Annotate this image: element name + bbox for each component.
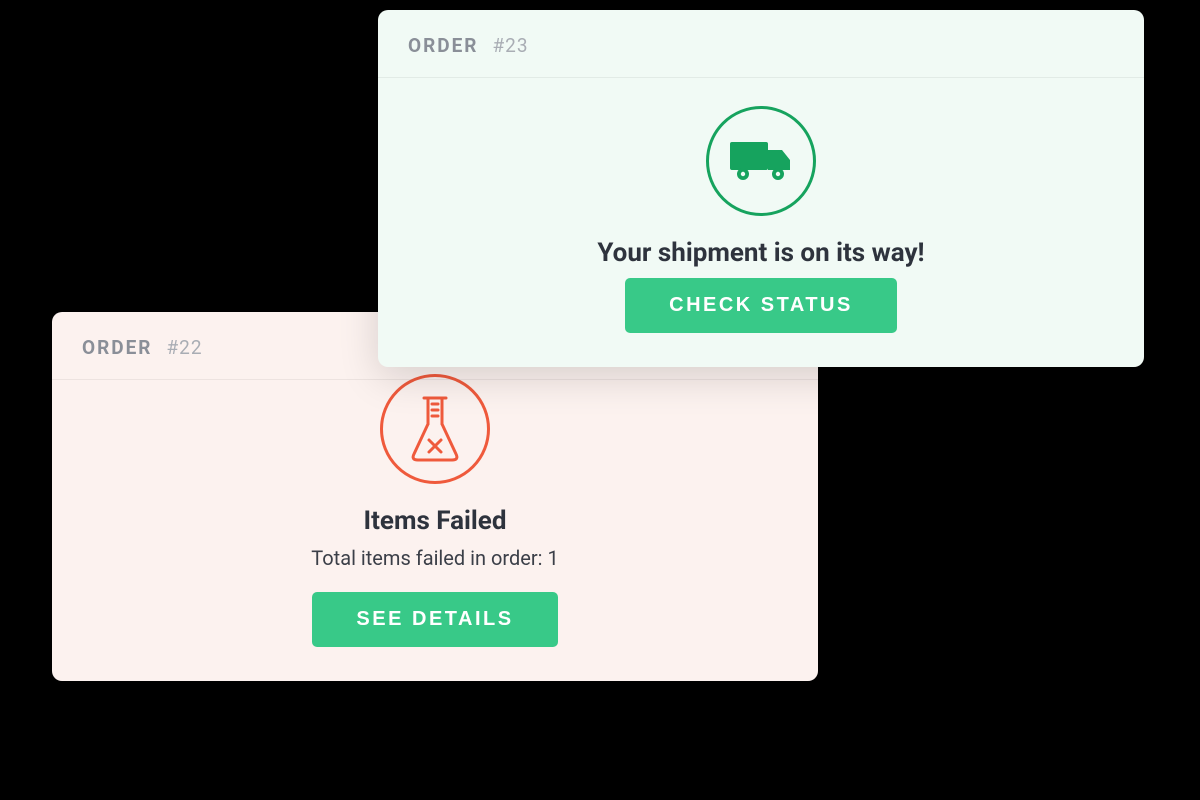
truck-icon <box>706 106 816 216</box>
status-title: Your shipment is on its way! <box>408 238 1114 268</box>
check-status-button[interactable]: CHECK STATUS <box>625 278 897 333</box>
order-card-shipment: ORDER #23 Your shipment is <box>378 10 1144 367</box>
order-card-header: ORDER #23 <box>378 10 1144 78</box>
order-number: #22 <box>166 336 202 359</box>
see-details-button[interactable]: SEE DETAILS <box>312 592 557 647</box>
status-subtitle: Total items failed in order: 1 <box>82 546 788 570</box>
flask-error-icon <box>380 374 490 484</box>
order-label: ORDER <box>82 336 152 359</box>
order-number: #23 <box>492 34 528 57</box>
status-title: Items Failed <box>82 506 788 536</box>
order-card-body: Items Failed Total items failed in order… <box>52 374 818 681</box>
order-card-failed: ORDER #22 <box>52 312 818 681</box>
order-card-body: Your shipment is on its way! CHECK STATU… <box>378 78 1144 367</box>
order-label: ORDER <box>408 34 478 57</box>
